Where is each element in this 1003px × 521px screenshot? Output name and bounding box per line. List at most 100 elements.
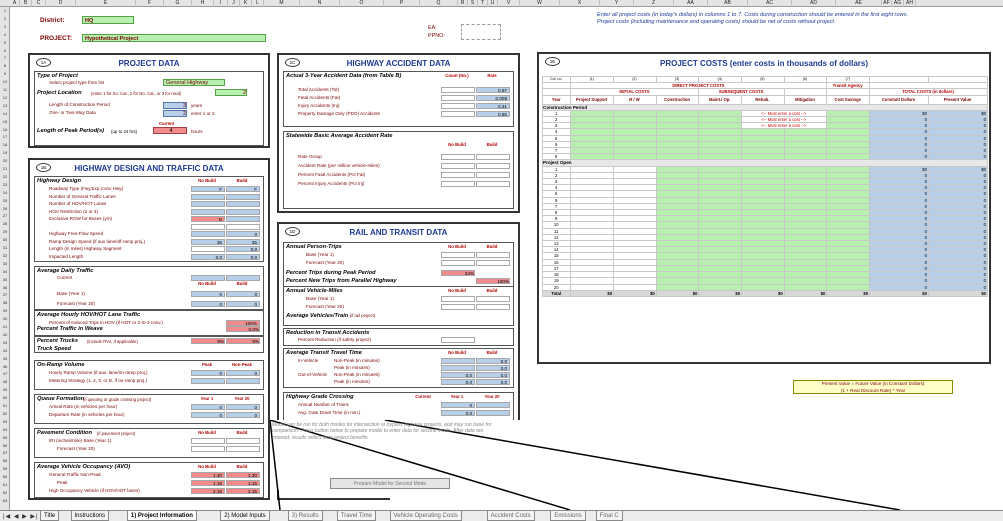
value-cell[interactable]: [226, 275, 260, 282]
value-cell[interactable]: [191, 378, 225, 385]
sheet-tab[interactable]: Emissions: [550, 511, 586, 521]
row-header[interactable]: 2: [0, 15, 10, 23]
row-header[interactable]: 41: [0, 323, 10, 331]
row-header[interactable]: 51: [0, 402, 10, 410]
row-header[interactable]: 21: [0, 165, 10, 173]
value-cell[interactable]: 0.0: [441, 379, 475, 386]
row-header[interactable]: 57: [0, 449, 10, 457]
column-header-s[interactable]: S: [468, 0, 478, 7]
ea-ppno-field[interactable]: [461, 24, 501, 40]
row-header[interactable]: 4: [0, 31, 10, 39]
row-header[interactable]: 35: [0, 276, 10, 284]
sheet-tab[interactable]: Instructions: [70, 511, 110, 521]
column-header-f[interactable]: F: [136, 0, 164, 7]
column-header-d[interactable]: D: [46, 0, 76, 7]
row-header[interactable]: 43: [0, 339, 10, 347]
value-cell[interactable]: [476, 304, 510, 311]
column-header-x[interactable]: X: [560, 0, 600, 7]
value-cell[interactable]: 0.0: [476, 372, 510, 379]
value-cell[interactable]: [226, 193, 260, 200]
row-header[interactable]: 38: [0, 299, 10, 307]
construction-length-input[interactable]: 3: [163, 102, 187, 109]
row-header[interactable]: 26: [0, 205, 10, 213]
sheet-tab[interactable]: 3) Results: [287, 511, 323, 521]
value-cell[interactable]: 0.0: [441, 410, 475, 417]
value-cell[interactable]: [476, 402, 510, 409]
row-header[interactable]: 25: [0, 197, 10, 205]
value-cell[interactable]: [226, 378, 260, 385]
row-header[interactable]: 18: [0, 141, 10, 149]
value-cell[interactable]: 2.15: [226, 488, 260, 495]
value-cell[interactable]: [476, 181, 510, 188]
sheet-tab[interactable]: Travel Time: [336, 511, 376, 521]
value-cell[interactable]: 0: [226, 231, 260, 238]
row-header[interactable]: 16: [0, 126, 10, 134]
value-cell[interactable]: [441, 252, 475, 259]
column-header-y[interactable]: Y: [600, 0, 634, 7]
value-cell[interactable]: [441, 337, 475, 344]
row-header[interactable]: 44: [0, 347, 10, 355]
row-header[interactable]: 13: [0, 102, 10, 110]
value-cell[interactable]: 0: [226, 291, 260, 298]
sheet-tab[interactable]: Vehicle Operating Costs: [389, 511, 462, 521]
row-header[interactable]: 37: [0, 291, 10, 299]
column-header-p[interactable]: P: [384, 0, 420, 7]
value-cell[interactable]: [441, 172, 475, 179]
value-cell[interactable]: [226, 446, 260, 453]
value-cell[interactable]: [226, 216, 260, 223]
column-header-ad[interactable]: AD: [792, 0, 836, 7]
sheet-tab[interactable]: Final C: [595, 511, 623, 521]
value-cell[interactable]: [441, 87, 475, 94]
column-header-o[interactable]: O: [340, 0, 384, 7]
column-header-l[interactable]: L: [252, 0, 264, 7]
project-type-select[interactable]: General Highway: [163, 79, 225, 86]
project-name-field[interactable]: Hypothetical Project: [82, 34, 266, 42]
column-header-e[interactable]: E: [76, 0, 136, 7]
column-header-q[interactable]: Q: [420, 0, 458, 7]
peak-trips-value[interactable]: 34%: [441, 270, 475, 276]
value-cell[interactable]: 0.0: [226, 253, 260, 260]
row-header[interactable]: 27: [0, 212, 10, 220]
row-header[interactable]: 34: [0, 268, 10, 276]
new-trips-value[interactable]: 100%: [476, 278, 510, 284]
value-cell[interactable]: 35: [226, 238, 260, 245]
column-header-af[interactable]: AF: [882, 0, 892, 7]
row-header[interactable]: 58: [0, 457, 10, 465]
value-cell[interactable]: [226, 223, 260, 230]
value-cell[interactable]: [476, 163, 510, 170]
row-header[interactable]: 48: [0, 378, 10, 386]
column-header-j[interactable]: J: [228, 0, 240, 7]
value-cell[interactable]: 0: [191, 412, 225, 419]
value-cell[interactable]: [226, 208, 260, 215]
row-header[interactable]: 61: [0, 481, 10, 489]
value-cell[interactable]: F: [191, 186, 225, 193]
trucks-value[interactable]: 9%: [226, 338, 260, 344]
column-header-a[interactable]: A: [10, 0, 20, 7]
value-cell[interactable]: [441, 103, 475, 110]
column-header-w[interactable]: W: [520, 0, 560, 7]
value-cell[interactable]: [476, 252, 510, 259]
value-cell[interactable]: 1.15: [191, 480, 225, 487]
value-cell[interactable]: F: [226, 186, 260, 193]
column-header-m[interactable]: M: [264, 0, 300, 7]
value-cell[interactable]: 0: [226, 301, 260, 308]
value-cell[interactable]: 0.0: [476, 358, 510, 365]
column-header-ae[interactable]: AE: [836, 0, 882, 7]
row-header[interactable]: 42: [0, 331, 10, 339]
value-cell[interactable]: 0: [226, 370, 260, 377]
value-cell[interactable]: [441, 304, 475, 311]
prepare-second-mode-button[interactable]: Prepare Model for Second Mode: [330, 478, 450, 489]
trucks-value[interactable]: 9%: [191, 338, 225, 344]
peak-period-input[interactable]: 4: [153, 127, 187, 134]
value-cell[interactable]: 35: [191, 238, 225, 245]
value-cell[interactable]: 0.0: [191, 253, 225, 260]
value-cell[interactable]: 1.15: [226, 480, 260, 487]
row-header[interactable]: 7: [0, 54, 10, 62]
row-header[interactable]: 36: [0, 284, 10, 292]
value-cell[interactable]: 0.009: [476, 95, 510, 102]
column-header-g[interactable]: G: [164, 0, 192, 7]
column-header-u[interactable]: U: [488, 0, 498, 7]
project-location-input[interactable]: 2: [215, 89, 247, 96]
value-cell[interactable]: N: [191, 216, 225, 223]
value-cell[interactable]: 1.30: [226, 472, 260, 479]
